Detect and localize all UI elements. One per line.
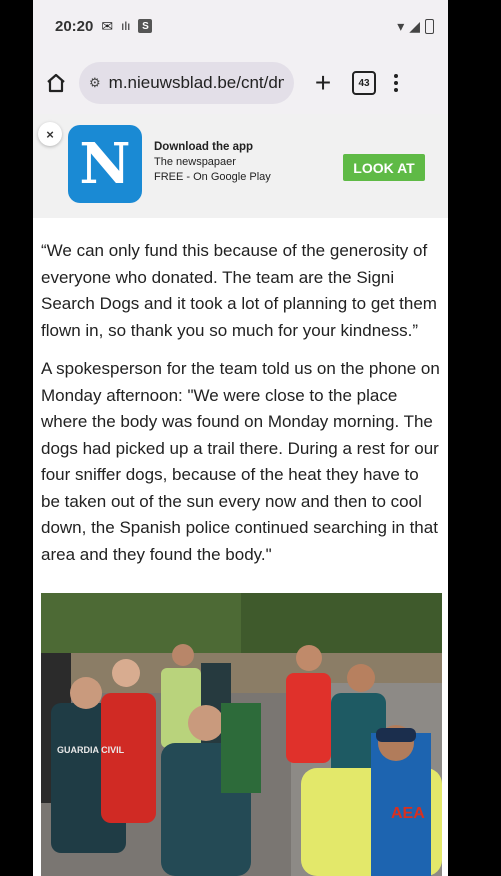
article-paragraph: “We can only fund this because of the ge… bbox=[41, 241, 437, 340]
ad-store-line: FREE - On Google Play bbox=[154, 171, 271, 183]
app-logo: N bbox=[68, 125, 142, 203]
article-body: “We can only fund this because of the ge… bbox=[33, 218, 448, 568]
overflow-menu-icon[interactable] bbox=[394, 74, 398, 92]
battery-icon bbox=[425, 18, 434, 34]
url-bar[interactable]: ⚙ m.nieuwsblad.be/cnt/dm bbox=[79, 62, 294, 104]
app-badge-icon: S bbox=[138, 19, 153, 33]
close-ad-button[interactable]: × bbox=[38, 122, 62, 146]
search-team-photo: GUARDIA CIVIL AEA bbox=[41, 593, 442, 876]
ad-title: Download the app bbox=[154, 141, 254, 153]
ad-subtitle: The newspapaer bbox=[154, 156, 236, 168]
tab-switcher-button[interactable]: 43 bbox=[352, 71, 376, 95]
new-tab-icon[interactable]: + bbox=[310, 69, 336, 97]
status-time: 20:20 bbox=[55, 17, 94, 35]
article-paragraph: A spokesperson for the team told us on t… bbox=[41, 359, 440, 564]
vest-text-aea: AEA bbox=[391, 805, 425, 822]
voicemail-icon: ılı bbox=[121, 19, 131, 33]
url-text: m.nieuwsblad.be/cnt/dm bbox=[108, 73, 284, 92]
vest-text-guardia: GUARDIA CIVIL bbox=[57, 745, 125, 755]
signal-icon: ◢ bbox=[409, 17, 420, 34]
app-banner-ad: × N Download the app The newspapaer FREE… bbox=[33, 114, 448, 218]
ad-info: Download the app The newspapaer FREE - O… bbox=[154, 140, 271, 185]
site-settings-icon[interactable]: ⚙ bbox=[89, 75, 101, 91]
status-bar: 20:20 ✉ ılı S ▾ ◢ bbox=[33, 0, 448, 52]
phone-screen: 20:20 ✉ ılı S ▾ ◢ ⚙ m.nieuwsblad.be/cnt/… bbox=[33, 0, 448, 876]
wifi-icon: ▾ bbox=[397, 17, 405, 34]
browser-toolbar: ⚙ m.nieuwsblad.be/cnt/dm + 43 bbox=[33, 52, 448, 114]
look-at-button[interactable]: LOOK AT bbox=[343, 154, 425, 181]
home-icon[interactable] bbox=[41, 68, 71, 98]
article-photo[interactable]: GUARDIA CIVIL AEA bbox=[41, 593, 442, 876]
mail-icon: ✉ bbox=[101, 17, 114, 34]
